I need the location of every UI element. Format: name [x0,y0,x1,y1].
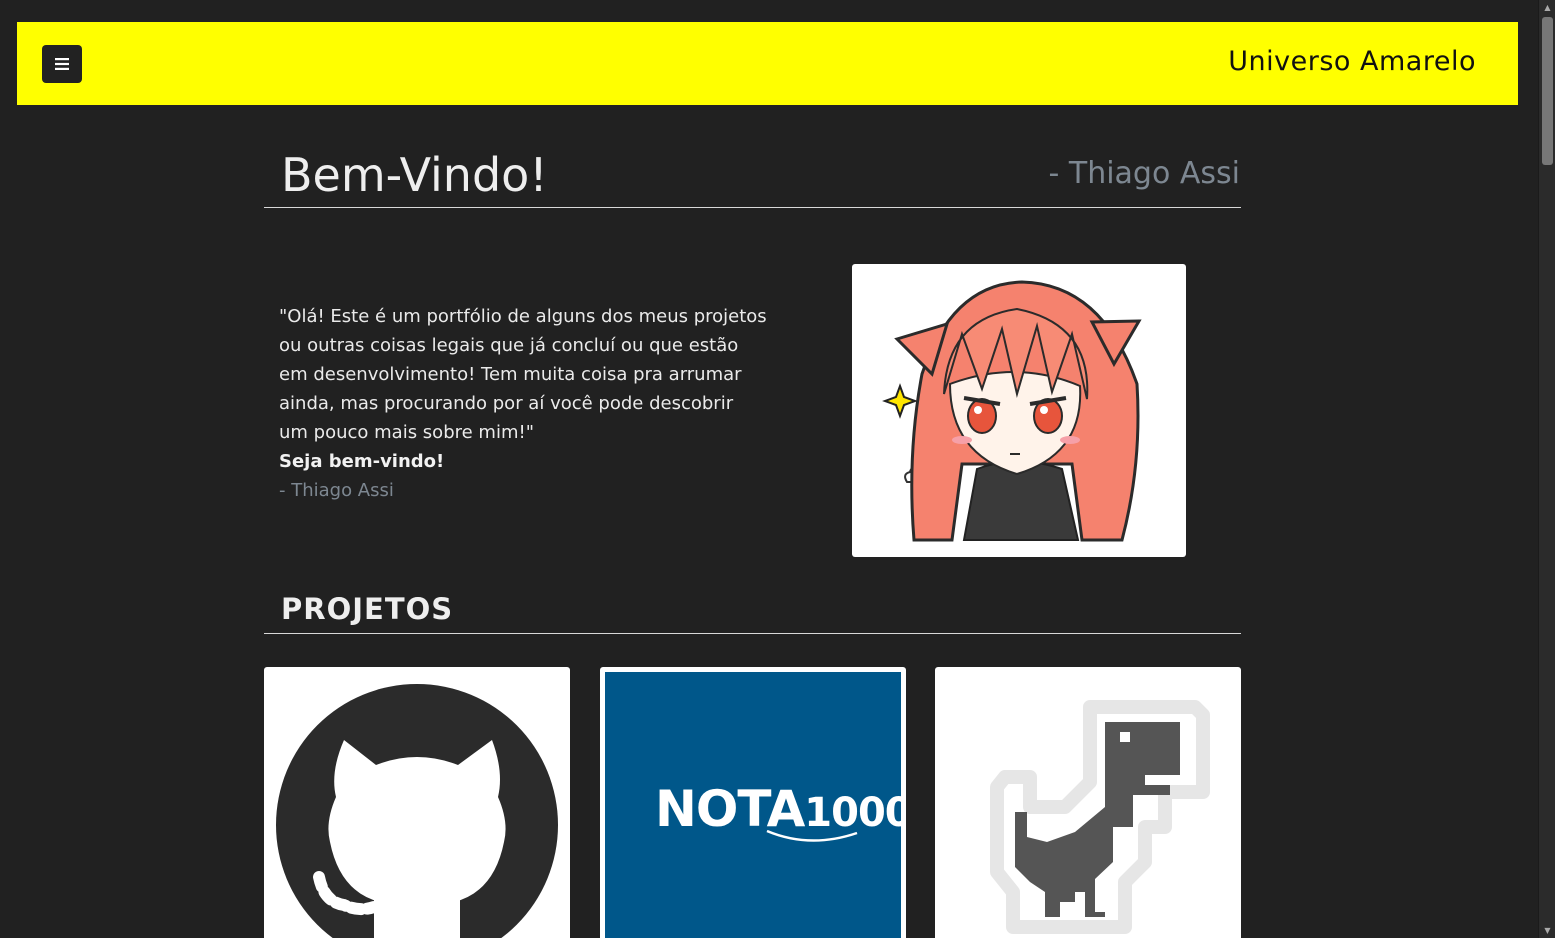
page-title: Bem-Vindo! [281,148,548,202]
hamburger-icon [55,58,69,70]
scroll-up-icon[interactable]: ▲ [1539,0,1555,15]
page-author: - Thiago Assi [1048,156,1240,191]
intro-signature: - Thiago Assi [279,480,394,501]
intro-line: um pouco mais sobre mim!" [279,422,534,443]
page-scrollbar[interactable]: ▲ ▼ [1538,0,1555,938]
dino-icon [990,700,1210,934]
scroll-down-icon[interactable]: ▼ [1539,923,1555,938]
nota1000-logo: NOTA1000 [605,672,906,938]
intro-text: "Olá! Este é um portfólio de alguns dos … [279,302,769,505]
project-card-nota1000[interactable]: NOTA1000 [600,667,906,938]
project-card-dino[interactable] [935,667,1241,938]
projects-heading: PROJETOS [281,592,454,626]
project-card-github[interactable] [264,667,570,938]
title-divider [264,207,1241,208]
brand-link[interactable]: Universo Amarelo [1228,46,1476,77]
anime-girl-avatar [882,280,1142,542]
intro-line: ainda, mas procurando por aí você pode d… [279,393,734,414]
avatar-card [852,264,1186,557]
projects-divider [264,633,1241,634]
intro-greeting: Seja bem-vindo! [279,451,445,472]
scroll-thumb[interactable] [1542,17,1553,165]
intro-line: em desenvolvimento! Tem muita coisa pra … [279,364,742,385]
navbar: Universo Amarelo [17,22,1518,105]
nota1000-swoosh-icon [766,829,858,842]
github-icon [276,684,558,938]
intro-line: "Olá! Este é um portfólio de alguns dos … [279,306,767,327]
menu-toggle-button[interactable] [42,45,82,83]
intro-line: ou outras coisas legais que já concluí o… [279,335,739,356]
